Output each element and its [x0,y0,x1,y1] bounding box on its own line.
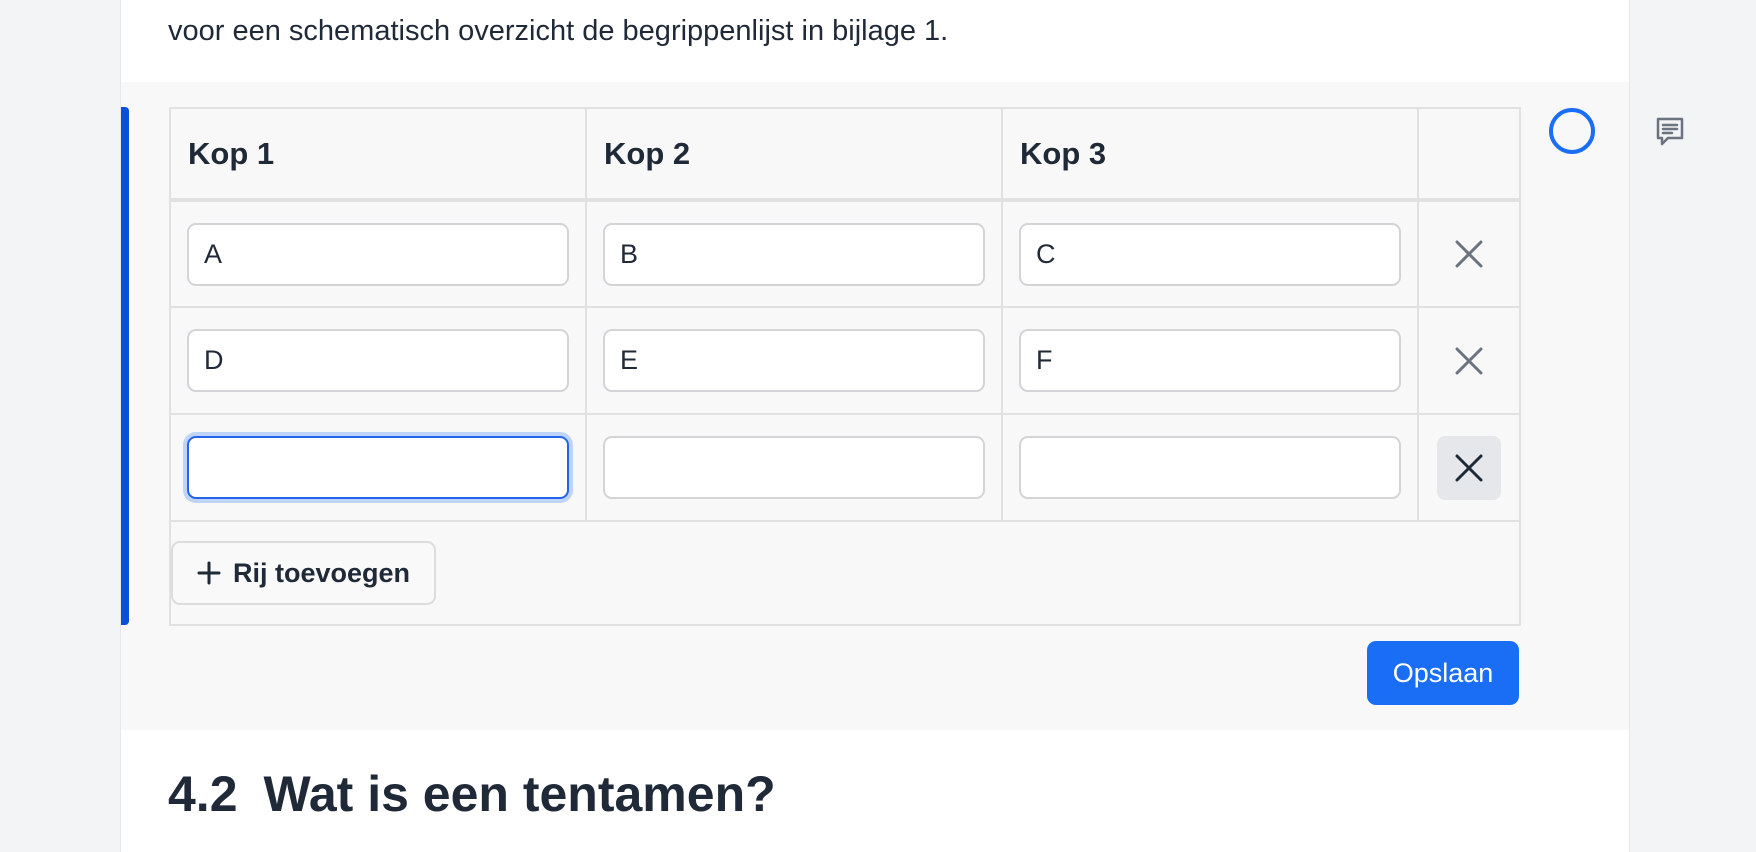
cell-input-r2-c1[interactable] [187,329,569,392]
table-row [169,413,1521,522]
status-circle-icon[interactable] [1549,108,1595,154]
cell-input-r1-c3[interactable] [1019,222,1401,286]
delete-row-button[interactable] [1437,329,1501,393]
plus-icon [197,561,221,585]
column-header-2: Kop 2 [585,107,1003,202]
cell-input-r3-c1[interactable] [187,436,569,499]
table-cell [1001,413,1419,522]
table-cell [585,306,1003,415]
cell-input-r3-c2[interactable] [603,436,985,499]
table-cell [585,413,1003,522]
table-cell [1001,306,1419,415]
comment-button[interactable] [1652,114,1688,150]
close-icon [1455,240,1483,268]
paragraph-text: voor een schematisch overzicht de begrip… [168,15,949,47]
table-row [169,306,1521,415]
column-header-actions [1417,107,1521,202]
section-title: Wat is een tentamen? [263,766,776,822]
table-cell [169,199,587,308]
section-heading: 4.2 Wat is een tentamen? [168,764,776,824]
table-footer-row: Rij toevoegen [169,520,1521,626]
table-cell [1001,199,1419,308]
row-actions-cell [1417,306,1521,415]
cell-input-r1-c2[interactable] [603,222,985,286]
editable-table: Kop 1 Kop 2 Kop 3 A B C D E F Rij toevoe… [169,107,1521,626]
close-icon [1455,347,1483,374]
table-cell [169,306,587,415]
section-number: 4.2 [168,766,238,822]
cell-input-r2-c3[interactable] [1019,329,1401,392]
delete-row-button[interactable] [1437,435,1501,500]
table-cell [169,413,587,522]
cell-input-r3-c3[interactable] [1019,436,1401,499]
column-header-3: Kop 3 [1001,107,1419,202]
delete-row-button[interactable] [1437,222,1501,286]
add-row-button[interactable]: Rij toevoegen [171,541,437,605]
close-icon [1455,454,1483,481]
cell-input-r1-c1[interactable] [187,222,569,286]
save-button[interactable]: Opslaan [1367,641,1519,705]
table-row [169,199,1521,308]
add-row-label: Rij toevoegen [233,557,411,588]
table-header-row: Kop 1 Kop 2 Kop 3 [169,107,1521,202]
add-row-cell: Rij toevoegen [169,520,1521,626]
cell-input-r2-c2[interactable] [603,329,985,392]
comment-icon [1656,117,1684,146]
row-actions-cell [1417,413,1521,522]
row-actions-cell [1417,199,1521,308]
table-cell [585,199,1003,308]
active-block-indicator [121,107,129,625]
column-header-1: Kop 1 [169,107,587,202]
